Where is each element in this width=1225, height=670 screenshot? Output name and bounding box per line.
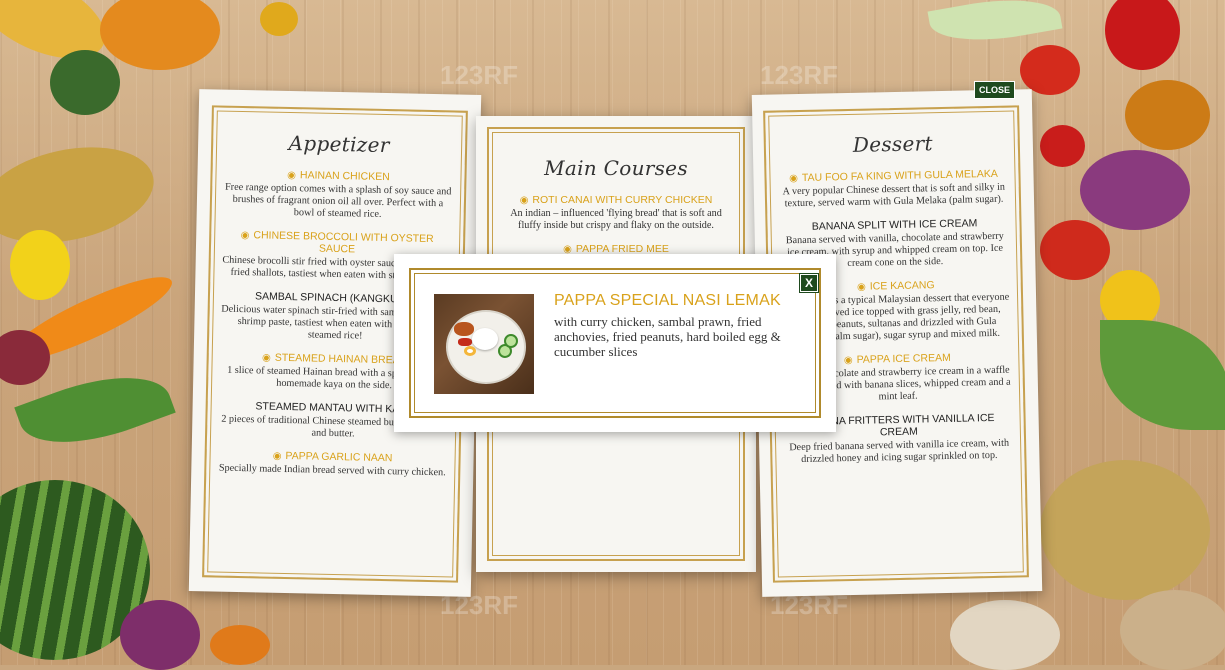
popup-title: PAPPA SPECIAL NASI LEMAK [554,292,781,309]
menu-item-description: Specially made Indian bread served with … [218,462,446,479]
item-popup: X PAPPA SPECIAL NASI LEMAK with curry ch… [394,254,836,432]
watermark: 123RF [440,60,519,90]
watermark: 123RF [760,60,839,90]
dish-photo [434,294,534,394]
menu-item-name: BANANA SPLIT WITH ICE CREAM [811,217,978,233]
menu-item-name: STEAMED MANTAU WITH KAYA [255,400,412,416]
menu-item-name: PAPPA ICE CREAM [856,351,951,366]
eye-icon[interactable]: ◉ [857,282,866,293]
eye-icon[interactable]: ◉ [520,195,529,206]
close-button[interactable]: CLOSE [974,81,1015,99]
menu-item-name: Roti Canai with Curry Chicken [532,194,713,206]
menu-item[interactable]: ◉ Roti Canai with Curry Chicken An indian … [502,194,730,232]
eye-icon[interactable]: ◉ [241,230,250,241]
menu-item-description: Deep fried banana served with vanilla ic… [789,437,1010,466]
menu-item-name: HAINAN CHICKEN [299,169,390,184]
menu-item-name: SAMBAL SPINACH (KANGKUNG) [254,290,417,306]
eye-icon[interactable]: ◉ [273,451,282,462]
eye-icon[interactable]: ◉ [844,355,853,366]
section-title: Appetizer [288,130,390,158]
menu-item[interactable]: ◉ PAPPA GARLIC NAAN Specially made Indian … [217,449,447,480]
popup-description: with curry chicken, sambal prawn, fried … [554,314,781,359]
section-title: Main Courses [544,156,688,180]
menu-item[interactable]: ◉ HAINAN CHICKEN Free range option comes w… [223,168,454,223]
menu-item-name: CHINESE BROCCOLI WITH OYSTER SAUCE [253,229,434,256]
popup-close-button[interactable]: X [799,273,819,293]
menu-item[interactable]: ◉ TAU FOO FA KING WITH GULA MELAKA A very … [779,168,1008,211]
menu-item-description: Free range option comes with a splash of… [224,181,452,220]
eye-icon[interactable]: ◉ [287,170,296,181]
menu-item-name: ICE KACANG [869,279,935,293]
menu-item-name: PAPPA GARLIC NAAN [285,449,393,465]
eye-icon[interactable]: ◉ [789,173,798,184]
menu-item-title[interactable]: ◉ Roti Canai with Curry Chicken [502,194,730,206]
menu-item-description: A very popular Chinese dessert that is s… [782,181,1006,210]
menu-item-description: An indian – influenced 'flying bread' th… [510,208,722,231]
menu-item-name: STEAMED HAINAN BREAD [274,351,408,367]
section-title: Dessert [852,131,934,157]
eye-icon[interactable]: ◉ [262,352,271,363]
